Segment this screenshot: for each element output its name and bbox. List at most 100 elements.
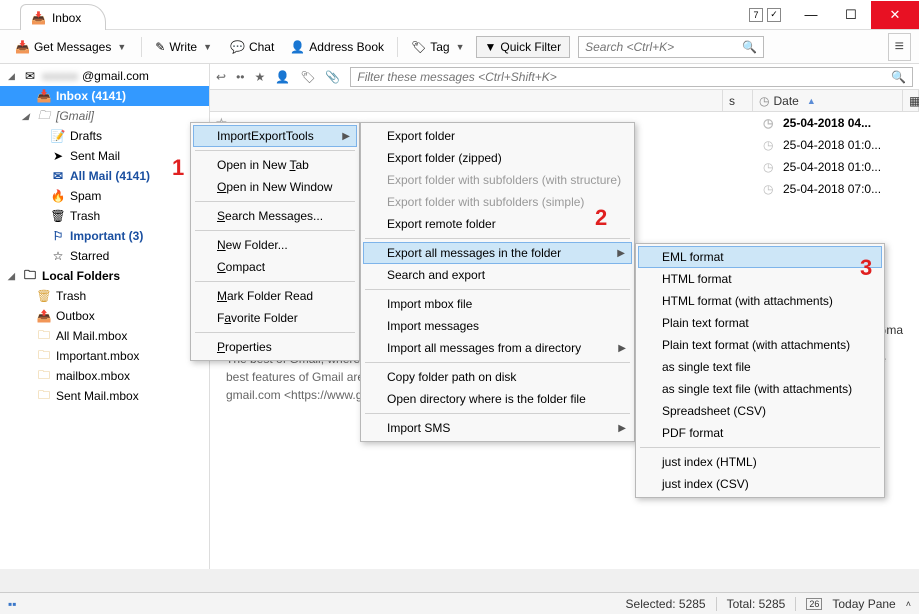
chevron-down-icon[interactable]: ▼ <box>201 42 214 52</box>
ctx-item[interactable]: just index (CSV) <box>638 473 882 495</box>
col-s[interactable]: s <box>723 90 753 111</box>
ctx-item[interactable]: Spreadsheet (CSV) <box>638 400 882 422</box>
contact-icon[interactable]: 👤 <box>275 70 290 84</box>
ctx-item[interactable]: Search and export <box>363 264 632 286</box>
tag-icon[interactable]: 🏷 <box>300 70 315 84</box>
ctx-item[interactable]: as single text file (with attachments) <box>638 378 882 400</box>
folder-icon: 🔥 <box>50 189 66 203</box>
ctx-item[interactable]: HTML format (with attachments) <box>638 290 882 312</box>
ctx-item[interactable]: Plain text format <box>638 312 882 334</box>
ctx-item[interactable]: Import mbox file <box>363 293 632 315</box>
folder-important-[interactable]: ⚐Important (3) <box>0 226 209 246</box>
chat-button[interactable]: 💬 Chat <box>223 36 281 58</box>
search-icon[interactable]: 🔍 <box>891 70 906 84</box>
filter-toolbar: ↩ •• ★ 👤 🏷 📎 🔍 <box>210 64 919 90</box>
ctx-item[interactable]: Copy folder path on disk <box>363 366 632 388</box>
separator <box>397 37 398 57</box>
ctx-item[interactable]: Export folder <box>363 125 632 147</box>
separator <box>141 37 142 57</box>
tab-inbox[interactable]: 📥 Inbox <box>20 4 106 30</box>
local-folder-important-mbox[interactable]: 🗀Important.mbox <box>0 346 209 366</box>
menu-separator <box>195 201 355 202</box>
ctx-item[interactable]: Import SMS▶ <box>363 417 632 439</box>
global-search[interactable]: 🔍 <box>578 36 764 58</box>
collapse-icon[interactable]: ◢ <box>8 71 18 82</box>
folder--gmail-[interactable]: ◢🗀[Gmail] <box>0 106 209 126</box>
ctx-item: Export folder with subfolders (simple) <box>363 191 632 213</box>
ctx-item[interactable]: Properties <box>193 336 357 358</box>
local-folder-sent-mail-mbox[interactable]: 🗀Sent Mail.mbox <box>0 386 209 406</box>
folder-label: Trash <box>56 289 86 303</box>
star-icon[interactable]: ★ <box>254 70 265 84</box>
annotation-3: 3 <box>860 255 872 281</box>
search-icon[interactable]: 🔍 <box>742 40 757 54</box>
column-picker[interactable]: ▦ <box>903 90 919 111</box>
chevron-up-icon[interactable]: ˄ <box>906 599 911 609</box>
ctx-item[interactable]: HTML format <box>638 268 882 290</box>
ctx-item[interactable]: EML format <box>638 246 882 268</box>
calendar-day-icon[interactable]: 26 <box>806 598 822 610</box>
collapse-icon[interactable]: ◢ <box>8 271 18 282</box>
ctx-label: Mark Folder Read <box>217 289 313 303</box>
ctx-item[interactable]: Import all messages from a directory▶ <box>363 337 632 359</box>
ctx-item[interactable]: Compact <box>193 256 357 278</box>
local-folder-mailbox-mbox[interactable]: 🗀mailbox.mbox <box>0 366 209 386</box>
folder-trash[interactable]: 🗑Trash <box>0 206 209 226</box>
ctx-item[interactable]: Plain text format (with attachments) <box>638 334 882 356</box>
ctx-item[interactable]: as single text file <box>638 356 882 378</box>
folder-icon: 📝 <box>50 129 66 143</box>
ctx-item[interactable]: Import messages <box>363 315 632 337</box>
close-button[interactable]: ✕ <box>871 1 919 29</box>
local-folder-outbox[interactable]: 📤Outbox <box>0 306 209 326</box>
folder-icon: ☆ <box>50 249 66 263</box>
col-date[interactable]: ◷ Date ▲ <box>753 90 903 111</box>
ctx-import-export-tools[interactable]: ImportExportTools ▶ <box>193 125 357 147</box>
message-filter[interactable]: 🔍 <box>350 67 913 87</box>
activity-icon[interactable]: ▪▪ <box>8 597 17 611</box>
quick-filter-button[interactable]: ▼ Quick Filter <box>476 36 571 58</box>
ctx-item[interactable]: Mark Folder Read <box>193 285 357 307</box>
column-headers[interactable]: s ◷ Date ▲ ▦ <box>210 90 919 112</box>
account-node[interactable]: ◢ ✉ xxxxxx@gmail.com <box>0 66 209 86</box>
local-folder-all-mail-mbox[interactable]: 🗀All Mail.mbox <box>0 326 209 346</box>
status-total: Total: 5285 <box>727 597 786 611</box>
ctx-item[interactable]: Open in New Window <box>193 176 357 198</box>
chevron-down-icon[interactable]: ▼ <box>115 42 128 52</box>
write-button[interactable]: ✎ Write ▼ <box>148 36 221 58</box>
ctx-item[interactable]: PDF format <box>638 422 882 444</box>
calendar-icon[interactable]: 7 <box>749 8 763 22</box>
maximize-button[interactable]: ☐ <box>831 1 871 29</box>
app-menu-button[interactable]: ≡ <box>888 33 911 61</box>
today-pane-button[interactable]: Today Pane <box>832 597 895 611</box>
chat-label: Chat <box>249 40 274 54</box>
minimize-button[interactable]: — <box>791 1 831 29</box>
chevron-down-icon[interactable]: ▼ <box>454 42 467 52</box>
folder-inbox-[interactable]: 📥Inbox (4141) <box>0 86 209 106</box>
reply-icon[interactable]: ↩ <box>216 70 226 84</box>
ctx-item[interactable]: New Folder... <box>193 234 357 256</box>
search-input[interactable] <box>585 40 742 54</box>
local-folders-node[interactable]: ◢ 🗀 Local Folders <box>0 266 209 286</box>
ctx-item[interactable]: just index (HTML) <box>638 451 882 473</box>
ctx-item[interactable]: Export folder (zipped) <box>363 147 632 169</box>
address-book-button[interactable]: 👤 Address Book <box>283 36 391 58</box>
ctx-item[interactable]: Export remote folder <box>363 213 632 235</box>
ctx-item[interactable]: Favorite Folder <box>193 307 357 329</box>
ctx-item[interactable]: Open directory where is the folder file <box>363 388 632 410</box>
tag-button[interactable]: 🏷 Tag ▼ <box>404 36 474 58</box>
get-messages-button[interactable]: 📥 Get Messages ▼ <box>8 36 135 58</box>
tasks-icon[interactable]: ✓ <box>767 8 781 22</box>
folder-drafts[interactable]: 📝Drafts <box>0 126 209 146</box>
expand-icon[interactable]: ◢ <box>22 111 32 122</box>
folder-starred[interactable]: ☆Starred <box>0 246 209 266</box>
ctx-item[interactable]: Search Messages... <box>193 205 357 227</box>
ctx-label: ImportExportTools <box>217 129 314 143</box>
attachment-icon[interactable]: 📎 <box>325 70 340 84</box>
local-folder-trash[interactable]: 🗑Trash <box>0 286 209 306</box>
ctx-label: Plain text format (with attachments) <box>662 338 850 352</box>
ctx-item[interactable]: Open in New Tab <box>193 154 357 176</box>
folder-spam[interactable]: 🔥Spam <box>0 186 209 206</box>
ctx-item[interactable]: Export all messages in the folder▶ <box>363 242 632 264</box>
unread-icon[interactable]: •• <box>236 70 244 84</box>
filter-input[interactable] <box>357 70 891 84</box>
